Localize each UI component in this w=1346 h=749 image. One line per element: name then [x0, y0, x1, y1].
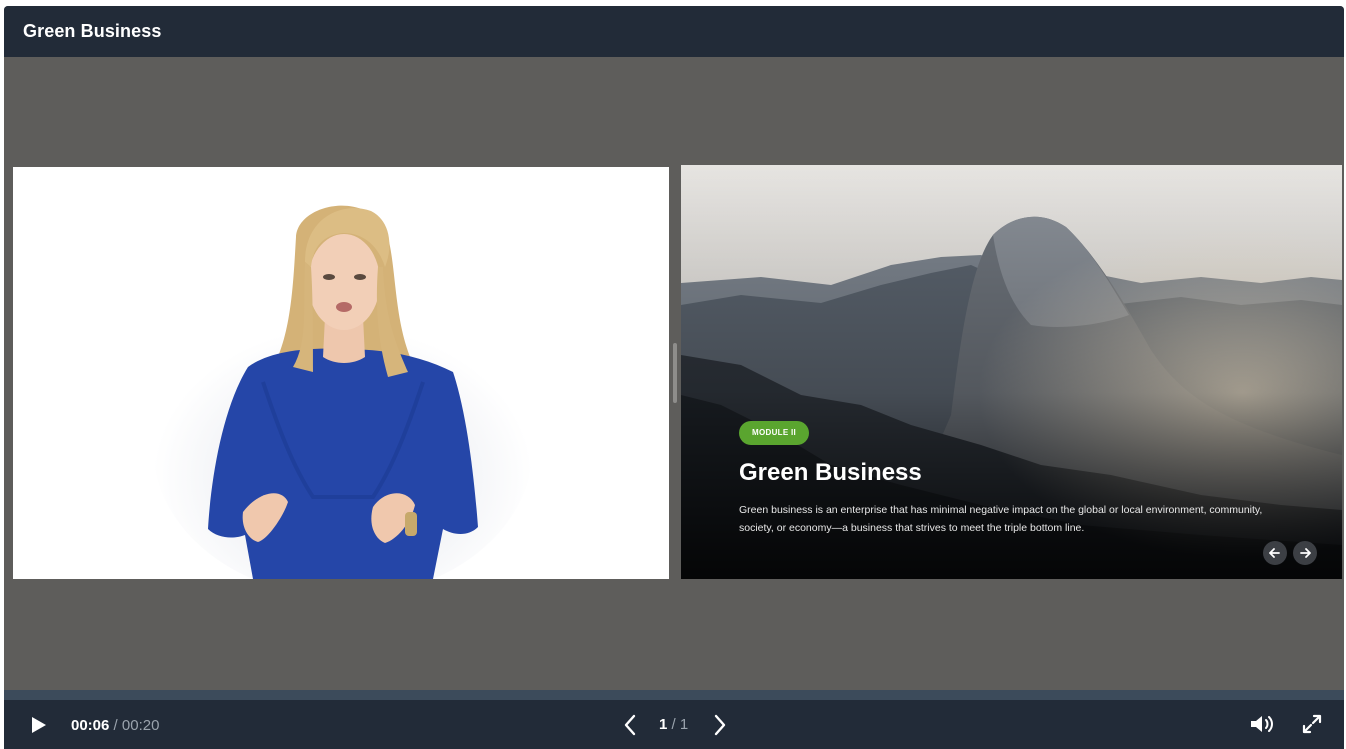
video-player: Green Business MODULE II Green Business …	[4, 6, 1344, 749]
play-button[interactable]	[29, 715, 49, 735]
slide-prev-button[interactable]	[1263, 541, 1287, 565]
total-time: 00:20	[121, 717, 160, 734]
volume-button[interactable]	[1248, 712, 1276, 736]
slide-description: Green business is an enterprise that has…	[739, 504, 1263, 534]
presenter-image	[13, 167, 669, 579]
fullscreen-button[interactable]	[1300, 712, 1324, 736]
next-slide-button[interactable]	[708, 713, 730, 737]
presenter-video[interactable]	[13, 167, 669, 579]
time-separator: /	[113, 717, 118, 734]
page-separator: /	[671, 716, 676, 733]
arrow-left-icon	[1269, 548, 1280, 558]
video-stage[interactable]: MODULE II Green Business Green business …	[4, 57, 1344, 690]
progress-track[interactable]	[4, 690, 1344, 700]
previous-slide-button[interactable]	[620, 713, 642, 737]
control-bar: 00:06 / 00:20 1 / 1	[4, 700, 1344, 749]
split-resize-handle[interactable]	[673, 343, 677, 403]
chevron-right-icon	[714, 714, 726, 736]
title-bar: Green Business	[4, 6, 1344, 57]
slide-panel: MODULE II Green Business Green business …	[681, 165, 1342, 579]
page-total: 1	[679, 716, 689, 733]
current-time: 00:06	[71, 717, 110, 734]
volume-icon	[1251, 716, 1273, 732]
chevron-left-icon	[624, 714, 636, 736]
module-badge: MODULE II	[739, 421, 810, 445]
page-indicator: 1 / 1	[659, 716, 688, 733]
expand-icon	[1302, 714, 1322, 734]
play-icon	[32, 717, 46, 733]
time-display: 00:06 / 00:20	[71, 717, 159, 734]
player-title: Green Business	[23, 21, 162, 41]
page-current: 1	[659, 716, 668, 733]
slide-title: Green Business	[739, 459, 922, 486]
slide-next-button[interactable]	[1293, 541, 1317, 565]
arrow-right-icon	[1300, 548, 1311, 558]
